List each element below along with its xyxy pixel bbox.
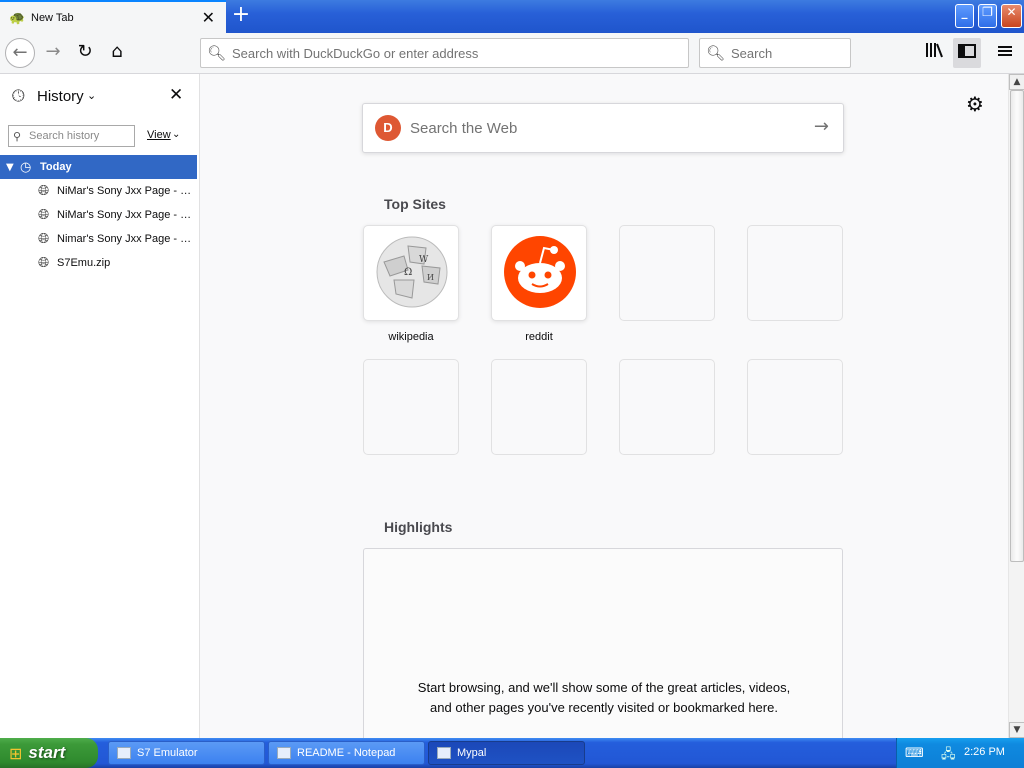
- globe-icon: 🌐︎: [38, 231, 50, 247]
- history-search-placeholder: Search history: [29, 130, 100, 142]
- top-site-tile-reddit[interactable]: [491, 225, 587, 321]
- view-menu-button[interactable]: View: [147, 129, 171, 141]
- taskbar-button-s7-emulator[interactable]: S7 Emulator: [108, 741, 265, 765]
- taskbar: ⊞ start S7 Emulator README - Notepad Myp…: [0, 738, 1024, 768]
- sidebar-close-icon[interactable]: ✕: [169, 85, 183, 105]
- history-item-label: NiMar's Sony Jxx Page - M...: [57, 209, 195, 221]
- network-icon[interactable]: 🖧: [941, 745, 956, 767]
- top-site-empty-slot: [747, 225, 843, 321]
- top-site-empty-slot: [363, 359, 459, 455]
- history-item[interactable]: 🌐︎ S7Emu.zip: [38, 252, 196, 274]
- sidebar-header: 🕓︎ History ⌄ ✕: [0, 74, 200, 118]
- notepad-icon: [277, 747, 291, 759]
- tab-close-icon[interactable]: ✕: [202, 8, 215, 27]
- taskbar-button-label: S7 Emulator: [137, 747, 198, 759]
- svg-text:И: И: [427, 273, 434, 282]
- top-sites-title: Top Sites: [384, 196, 446, 212]
- chevron-down-icon[interactable]: ⌄: [87, 89, 96, 102]
- history-item[interactable]: 🌐︎ NiMar's Sony Jxx Page - M...: [38, 180, 196, 202]
- top-site-empty-slot: [619, 225, 715, 321]
- reload-button[interactable]: ↻: [70, 38, 100, 68]
- top-site-empty-slot: [619, 359, 715, 455]
- top-site-empty-slot: [747, 359, 843, 455]
- top-site-label[interactable]: reddit: [491, 331, 587, 343]
- globe-icon: 🌐︎: [38, 255, 50, 271]
- history-search-input[interactable]: ⚲ Search history: [8, 125, 135, 147]
- web-search-box[interactable]: D Search the Web →: [362, 103, 844, 153]
- history-item-label: S7Emu.zip: [57, 257, 111, 269]
- search-bar-placeholder: Search: [731, 45, 773, 61]
- highlights-title: Highlights: [384, 519, 453, 535]
- search-icon: 🔍︎: [706, 44, 726, 62]
- history-sidebar: 🕓︎ History ⌄ ✕ ⚲ Search history View ⌄ ▼…: [0, 74, 200, 738]
- new-tab-button[interactable]: +: [228, 4, 254, 28]
- history-item[interactable]: 🌐︎ NiMar's Sony Jxx Page - M...: [38, 204, 196, 226]
- window-icon: [117, 747, 131, 759]
- taskbar-button-mypal[interactable]: Mypal: [428, 741, 585, 765]
- vertical-scrollbar[interactable]: ▲ ▼: [1008, 74, 1024, 738]
- arrow-right-icon[interactable]: →: [814, 116, 829, 137]
- history-group-today[interactable]: ▼ ◷ Today: [0, 155, 197, 179]
- svg-text:Ω: Ω: [404, 267, 412, 278]
- history-group-label: Today: [40, 161, 72, 173]
- twisty-down-icon[interactable]: ▼: [6, 162, 20, 173]
- tab-new-tab[interactable]: 🐢 New Tab ✕: [0, 0, 226, 33]
- gear-icon[interactable]: ⚙: [966, 92, 984, 116]
- scroll-down-arrow-icon[interactable]: ▼: [1009, 722, 1024, 738]
- wikipedia-icon: Ω W И: [376, 236, 448, 308]
- maximize-button[interactable]: ❐: [978, 4, 997, 28]
- search-icon: ⚲: [13, 129, 22, 143]
- system-tray: ⌨ 🖧 2:26 PM: [896, 738, 1024, 768]
- history-item[interactable]: 🌐︎ Nimar's Sony Jxx Page - S...: [38, 228, 196, 250]
- taskbar-button-label: README - Notepad: [297, 747, 396, 759]
- reddit-icon: [504, 236, 576, 308]
- mypal-icon: [437, 747, 451, 759]
- scroll-up-arrow-icon[interactable]: ▲: [1009, 74, 1024, 90]
- hamburger-menu-icon[interactable]: [993, 41, 1017, 65]
- start-label: start: [28, 743, 66, 762]
- globe-icon: 🌐︎: [38, 183, 50, 199]
- duckduckgo-icon: D: [375, 115, 401, 141]
- mypal-favicon-icon: 🐢: [9, 9, 26, 25]
- scrollbar-thumb[interactable]: [1010, 90, 1024, 562]
- highlights-empty-message: Start browsing, and we'll show some of t…: [417, 680, 791, 715]
- new-tab-page: ⚙ D Search the Web → Top Sites Ω W И wik…: [200, 74, 1008, 738]
- clock-icon: ◷: [20, 159, 32, 175]
- web-search-placeholder: Search the Web: [410, 119, 518, 137]
- top-site-empty-slot: [491, 359, 587, 455]
- url-bar-placeholder: Search with DuckDuckGo or enter address: [232, 45, 479, 61]
- clock-icon: 🕓︎: [12, 86, 25, 105]
- keyboard-icon[interactable]: ⌨: [905, 746, 924, 761]
- svg-text:W: W: [419, 255, 429, 265]
- minimize-button[interactable]: _: [955, 4, 974, 28]
- history-item-label: NiMar's Sony Jxx Page - M...: [57, 185, 195, 197]
- highlights-panel: Start browsing, and we'll show some of t…: [363, 548, 843, 738]
- url-bar[interactable]: 🔍︎ Search with DuckDuckGo or enter addre…: [200, 38, 689, 68]
- top-site-label[interactable]: wikipedia: [363, 331, 459, 343]
- forward-button[interactable]: →: [38, 38, 68, 68]
- search-icon: 🔍︎: [207, 44, 227, 62]
- chevron-down-icon[interactable]: ⌄: [172, 129, 180, 140]
- top-site-tile-wikipedia[interactable]: Ω W И: [363, 225, 459, 321]
- back-button[interactable]: ←: [5, 38, 35, 68]
- sidebar-title[interactable]: History: [37, 88, 84, 105]
- search-bar[interactable]: 🔍︎ Search: [699, 38, 851, 68]
- navigation-toolbar: ← → ↻ ⌂ 🔍︎ Search with DuckDuckGo or ent…: [0, 33, 1024, 74]
- tray-clock[interactable]: 2:26 PM: [964, 746, 1005, 758]
- close-window-button[interactable]: ✕: [1001, 4, 1022, 28]
- windows-flag-icon: ⊞: [9, 743, 23, 763]
- tab-title: New Tab: [31, 11, 74, 24]
- title-bar: 🐢 New Tab ✕ + _ ❐ ✕: [0, 0, 1024, 33]
- globe-icon: 🌐︎: [38, 207, 50, 223]
- start-button[interactable]: ⊞ start: [0, 738, 98, 768]
- taskbar-button-notepad[interactable]: README - Notepad: [268, 741, 425, 765]
- library-icon[interactable]: [922, 41, 946, 65]
- history-item-label: Nimar's Sony Jxx Page - S...: [57, 233, 195, 245]
- taskbar-button-label: Mypal: [457, 747, 487, 759]
- sidebar-icon[interactable]: [953, 38, 981, 68]
- home-button[interactable]: ⌂: [102, 38, 132, 68]
